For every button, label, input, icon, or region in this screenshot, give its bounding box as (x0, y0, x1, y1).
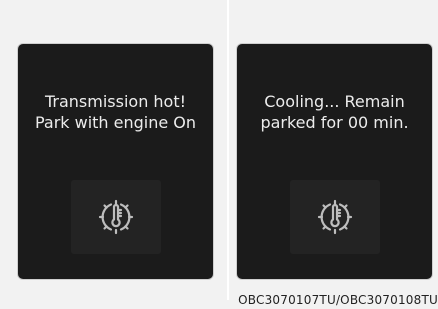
warning-message: Transmission hot! Park with engine On (18, 91, 213, 133)
icon-area (289, 180, 380, 254)
cluster-display-transmission-hot: Transmission hot! Park with engine On (18, 44, 213, 279)
cooling-message: Cooling... Remain parked for 00 min. (237, 91, 432, 133)
center-divider (227, 0, 229, 300)
message-line-1: Transmission hot! (44, 92, 187, 111)
message-line-2: Park with engine On (34, 113, 197, 132)
cluster-display-cooling: Cooling... Remain parked for 00 min. (237, 44, 432, 279)
message-line-1: Cooling... Remain (264, 92, 405, 111)
image-code-caption: OBC3070107TU/OBC3070108TU (238, 293, 438, 307)
transmission-temperature-warning-icon (317, 199, 352, 235)
message-line-2: parked for 00 min. (260, 113, 409, 132)
icon-area (70, 180, 161, 254)
transmission-temperature-warning-icon (98, 199, 133, 235)
